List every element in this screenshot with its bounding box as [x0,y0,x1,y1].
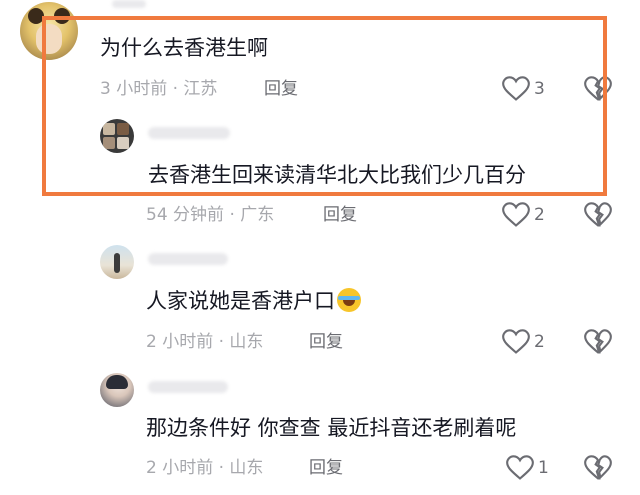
broken-heart-icon[interactable] [584,329,612,355]
comment-text-content: 人家说她是香港户口 [146,289,335,313]
reply-button[interactable]: 回复 [309,457,343,479]
highlight-box [42,16,607,196]
broken-heart-icon[interactable] [584,455,612,481]
comment-meta: 2 小时前 · 山东 [146,458,264,478]
username-blurred [148,253,228,265]
comment-meta: 2 小时前 · 山东 [146,332,264,352]
avatar[interactable] [100,245,134,279]
comment-meta: 54 分钟前 · 广东 [146,205,275,225]
laughing-crying-emoji-icon [337,288,361,312]
username-blurred [112,0,146,8]
username-blurred [148,381,228,393]
like-count: 2 [534,205,545,225]
comment-text: 人家说她是香港户口 [146,287,361,315]
heart-icon[interactable] [502,329,530,355]
comment-text: 那边条件好 你查查 最近抖音还老刷着呢 [146,416,517,440]
reply-button[interactable]: 回复 [309,331,343,353]
broken-heart-icon[interactable] [584,202,612,228]
like-count: 2 [534,332,545,352]
like-count: 1 [538,458,549,478]
avatar[interactable] [100,373,134,407]
heart-icon[interactable] [506,455,534,481]
heart-icon[interactable] [502,202,530,228]
reply-button[interactable]: 回复 [323,204,357,226]
